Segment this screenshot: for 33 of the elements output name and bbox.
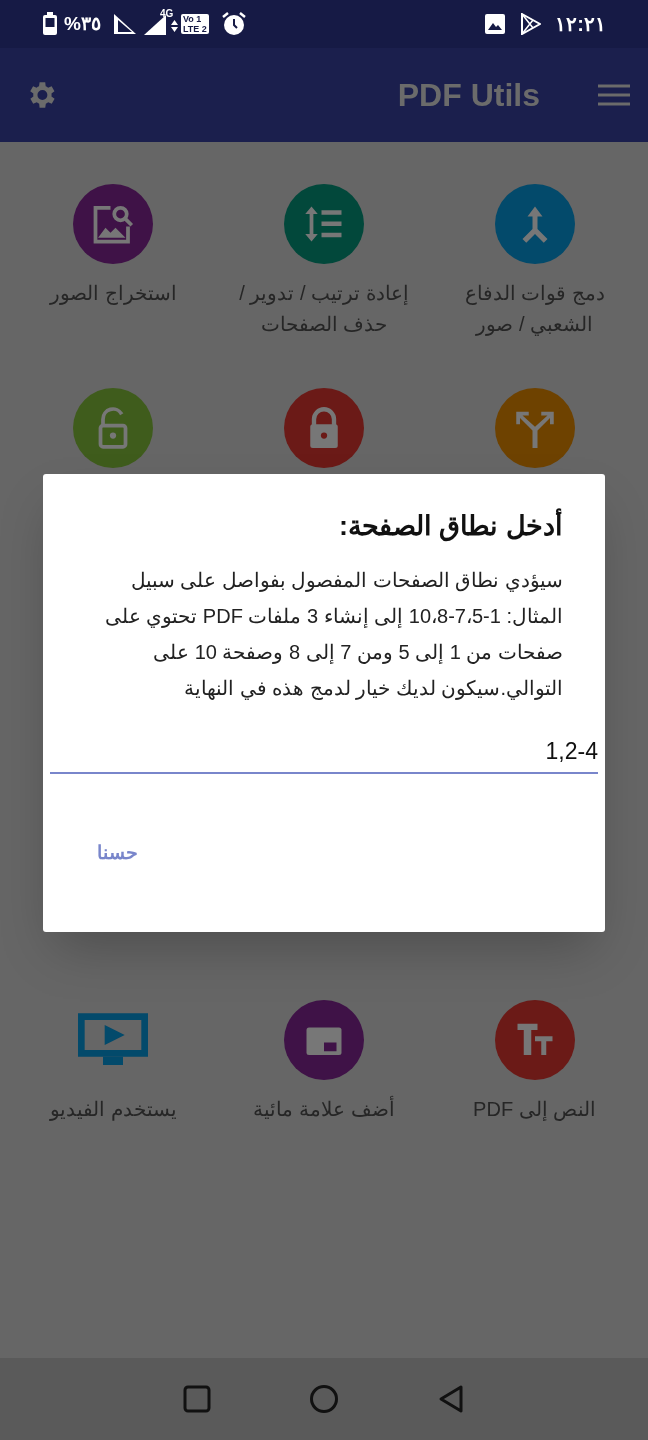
tile-label: إعادة ترتيب / تدوير / حذف الصفحات [238,281,410,337]
play-store-icon [521,13,542,35]
alarm-icon [220,11,247,37]
dialog-title: أدخل نطاق الصفحة: [43,508,563,544]
volte-label: LTE 2 [182,24,207,34]
battery-icon [42,12,58,36]
merge-arrows-icon[interactable] [494,184,575,264]
network-type: 4G [159,9,174,19]
battery-percent: %٣٥ [64,11,101,36]
app-title: PDF Utils [397,76,540,115]
clock-time: ١٢:٢١ [555,12,606,37]
tile-label: دمج قوات الدفاع الشعبي / صور [463,281,606,338]
dialog-message: سيؤدي نطاق الصفحات المفصول بفواصل على سبيل المثال: 1-7،5-10،8 إلى إنشاء 3 ملفات PDF تحتوي على صفحات من 1 إلى 5 ومن 7 إلى 8 وصفحة 10 على التوالي.سيكون لديك خيار لدمج هذه في النهاية [103,568,563,702]
watermark-icon[interactable] [284,1000,364,1080]
page-range-field[interactable]: 1,2-4 [50,730,598,774]
home-button[interactable] [309,1384,339,1414]
text-size-icon[interactable] [494,1000,575,1080]
menu-icon[interactable] [598,83,630,107]
reorder-list-icon[interactable] [284,184,364,264]
unlock-icon[interactable] [73,388,154,468]
split-arrows-icon[interactable] [494,388,575,468]
volte-label: Vo 1 [182,14,203,24]
lock-icon[interactable] [284,388,364,468]
back-button[interactable] [437,1384,465,1414]
image-icon [485,14,506,34]
tile-label: يستخدم الفيديو [48,1097,178,1123]
recents-button[interactable] [183,1385,211,1413]
tile-label: النص إلى PDF [472,1097,598,1123]
signal-icon [112,13,137,35]
tile-label: استخراج الصور [48,281,178,307]
tile-label: أضف علامة مائية [229,1094,419,1125]
image-search-icon[interactable] [73,184,154,264]
data-arrows-icon [170,20,178,32]
